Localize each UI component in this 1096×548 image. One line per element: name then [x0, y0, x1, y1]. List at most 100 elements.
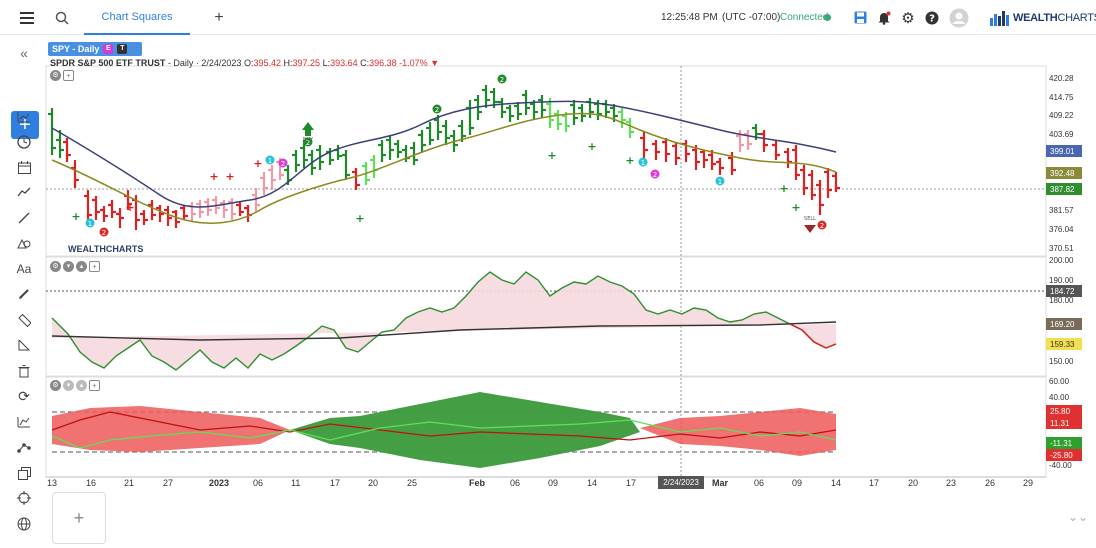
pane3-up-icon[interactable]: ▴ — [76, 380, 87, 391]
close-label: C: — [360, 58, 370, 68]
x-axis-tick-label: 06 — [510, 478, 521, 488]
high-label: H: — [283, 58, 293, 68]
pane2-value-tag: 159.33 — [1046, 338, 1082, 350]
main-pane-controls: ⚙ + — [50, 70, 74, 81]
price-axis-label: 403.69 — [1049, 130, 1074, 139]
x-axis-tick-label: 13 — [47, 478, 58, 488]
signal-circle-label: 2 — [500, 76, 504, 84]
x-axis-tick-label: 20 — [908, 478, 919, 488]
price-axis-label: 420.28 — [1049, 74, 1074, 83]
x-axis-tick-label: Feb — [469, 478, 486, 488]
chart-canvas[interactable]: +++++++++++121 22221212BUYSELLWEALTHCHART… — [0, 0, 1096, 548]
price-axis-label: 409.22 — [1049, 111, 1074, 120]
pane3-down-icon[interactable]: ▾ — [63, 380, 74, 391]
price-axis-label: 370.51 — [1049, 244, 1074, 253]
scroll-down-chevron-icon[interactable]: ⌄⌄ — [1068, 510, 1088, 524]
pane2-up-icon[interactable]: ▴ — [76, 261, 87, 272]
pane3-value-tag: 11.31 — [1046, 417, 1082, 429]
price-tag: 399.01 — [1046, 145, 1082, 157]
pane3-add-icon[interactable]: + — [89, 380, 100, 391]
x-axis-tick-label: 21 — [124, 478, 135, 488]
signal-circle-label: 1 — [268, 157, 272, 165]
timeframe-date: - Daily · 2/24/2023 — [167, 58, 242, 68]
pane-add-icon[interactable]: + — [63, 70, 74, 81]
pane2-add-icon[interactable]: + — [89, 261, 100, 272]
x-axis-tick-label: 11 — [291, 478, 301, 488]
pane2-value-tag: 184.72 — [1046, 285, 1082, 297]
price-pane — [45, 65, 1047, 257]
price-axis-label: 376.04 — [1049, 225, 1074, 234]
pane2-axis-label: 150.00 — [1049, 357, 1074, 366]
pane3-controls: ⚙ ▾ ▴ + — [50, 380, 100, 391]
symbol-badge[interactable]: SPY - Daily E T — [48, 42, 142, 56]
ohlc-legend: SPDR S&P 500 ETF TRUST - Daily · 2/24/20… — [50, 58, 439, 68]
x-axis-tick-label: Mar — [712, 478, 729, 488]
low-label: L: — [322, 58, 331, 68]
pane3-settings-icon[interactable]: ⚙ — [50, 380, 61, 391]
earnings-badge[interactable]: E — [103, 44, 114, 54]
pane2-axis-label: 200.00 — [1049, 256, 1074, 265]
x-axis-tick-label: 25 — [407, 478, 418, 488]
signal-plus-icon: + — [253, 157, 262, 170]
x-axis-tick-label: 2023 — [209, 478, 230, 488]
price-axis-label: 381.57 — [1049, 206, 1074, 215]
x-axis-tick-label: 14 — [831, 478, 842, 488]
high-value: 397.25 — [292, 58, 321, 68]
x-axis-tick-label: 17 — [869, 478, 880, 488]
x-axis-tick-label: 16 — [86, 478, 97, 488]
x-axis-tick-label: 09 — [792, 478, 803, 488]
signal-plus-icon: + — [71, 210, 80, 223]
pane-settings-icon[interactable]: ⚙ — [50, 70, 61, 81]
trade-badge[interactable]: T — [117, 44, 128, 54]
signal-plus-icon: + — [209, 170, 218, 183]
pane3-axis-label: 40.00 — [1049, 393, 1070, 402]
x-axis-tick-label: 20 — [368, 478, 379, 488]
signal-circle-label: 1 — [718, 178, 722, 186]
signal-plus-icon: + — [547, 149, 556, 162]
signal-circle-label: 1 — [641, 159, 645, 167]
pane3-value-tag: 25.80 — [1046, 405, 1082, 417]
x-axis-tick-label: 06 — [754, 478, 765, 488]
signal-plus-icon: + — [225, 170, 234, 183]
chart-watermark: WEALTHCHARTS — [68, 244, 143, 254]
down-arrow-icon: ▼ — [430, 58, 440, 68]
x-axis-tick-label: 29 — [1023, 478, 1034, 488]
pane2-down-icon[interactable]: ▾ — [63, 261, 74, 272]
x-axis-tick-label: 14 — [587, 478, 598, 488]
signal-plus-icon: + — [587, 140, 596, 153]
x-axis-tick-label: 23 — [946, 478, 957, 488]
signal-circle-label: 2 — [102, 229, 106, 237]
signal-circle-label: 2 — [281, 160, 285, 168]
price-tag: 392.48 — [1046, 167, 1082, 179]
low-value: 393.64 — [330, 58, 358, 68]
instrument-name: SPDR S&P 500 ETF TRUST — [50, 58, 166, 68]
pane3-axis-label: -40.00 — [1049, 461, 1072, 470]
pane2-controls: ⚙ ▾ ▴ + — [50, 261, 100, 272]
pane3-value-tag: -25.80 — [1046, 449, 1082, 461]
pane2-settings-icon[interactable]: ⚙ — [50, 261, 61, 272]
price-axis-label: 414.75 — [1049, 93, 1074, 102]
change-percent: -1.07% — [399, 58, 428, 68]
symbol-label: SPY - Daily — [52, 44, 100, 54]
buy-signal-label: BUY — [303, 137, 314, 143]
signal-circle-label: 1 — [88, 220, 92, 228]
x-axis-tick-label: 26 — [985, 478, 996, 488]
close-value: 396.38 — [369, 58, 397, 68]
pane2-axis-label: 190.00 — [1049, 276, 1074, 285]
pane2-axis-label: 180.00 — [1049, 296, 1074, 305]
pane2-value-tag: 169.20 — [1046, 318, 1082, 330]
signal-plus-icon: + — [625, 154, 634, 167]
signal-circle-label: 2 — [820, 222, 824, 230]
x-axis-tick-label: 09 — [548, 478, 559, 488]
open-value: 395.42 — [253, 58, 281, 68]
pane3-value-tag: -11.31 — [1046, 437, 1082, 449]
signal-plus-icon: + — [779, 182, 788, 195]
signal-plus-icon: + — [791, 201, 800, 214]
add-layout-plus-button[interactable]: + — [52, 492, 106, 544]
crosshair-date-tag: 2/24/2023 — [658, 476, 704, 489]
price-tag: 387.82 — [1046, 183, 1082, 195]
pane3-axis-label: 60.00 — [1049, 377, 1070, 386]
signal-plus-icon: + — [125, 201, 134, 214]
buy-arrow-stem — [305, 130, 311, 136]
x-axis-tick-label: 17 — [330, 478, 341, 488]
